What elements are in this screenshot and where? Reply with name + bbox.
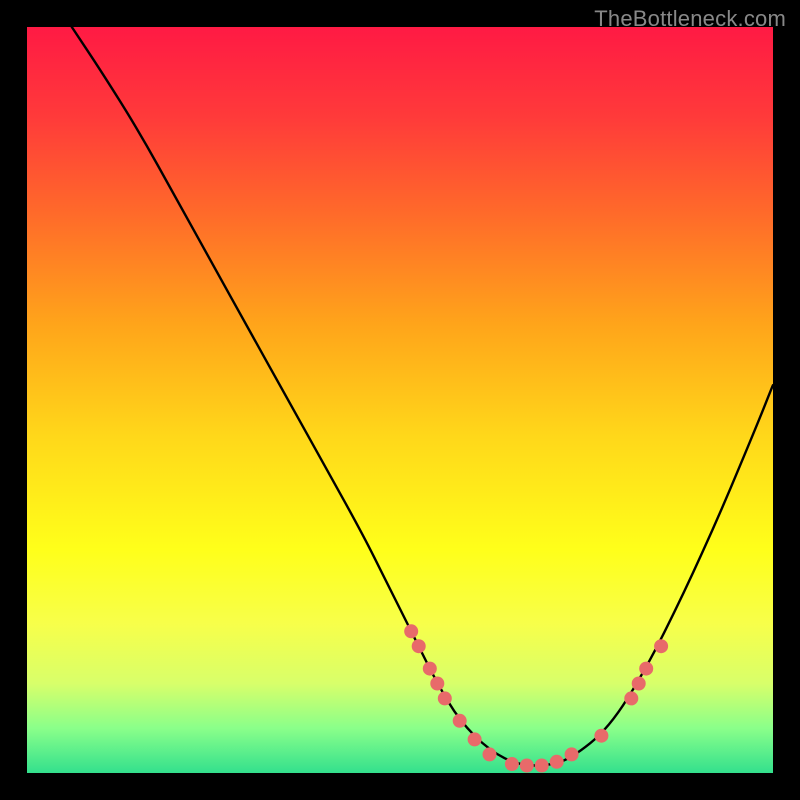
data-marker [654,639,668,653]
data-marker [453,714,467,728]
data-marker [483,747,497,761]
data-marker [550,755,564,769]
data-marker [535,759,549,773]
data-markers [404,624,668,772]
data-marker [505,757,519,771]
data-marker [632,677,646,691]
data-marker [423,662,437,676]
bottleneck-curve [72,27,773,766]
data-marker [438,691,452,705]
data-marker [404,624,418,638]
data-marker [565,747,579,761]
data-marker [430,677,444,691]
data-marker [624,691,638,705]
data-marker [594,729,608,743]
chart-svg [27,27,773,773]
data-marker [412,639,426,653]
data-marker [639,662,653,676]
data-marker [468,732,482,746]
data-marker [520,759,534,773]
